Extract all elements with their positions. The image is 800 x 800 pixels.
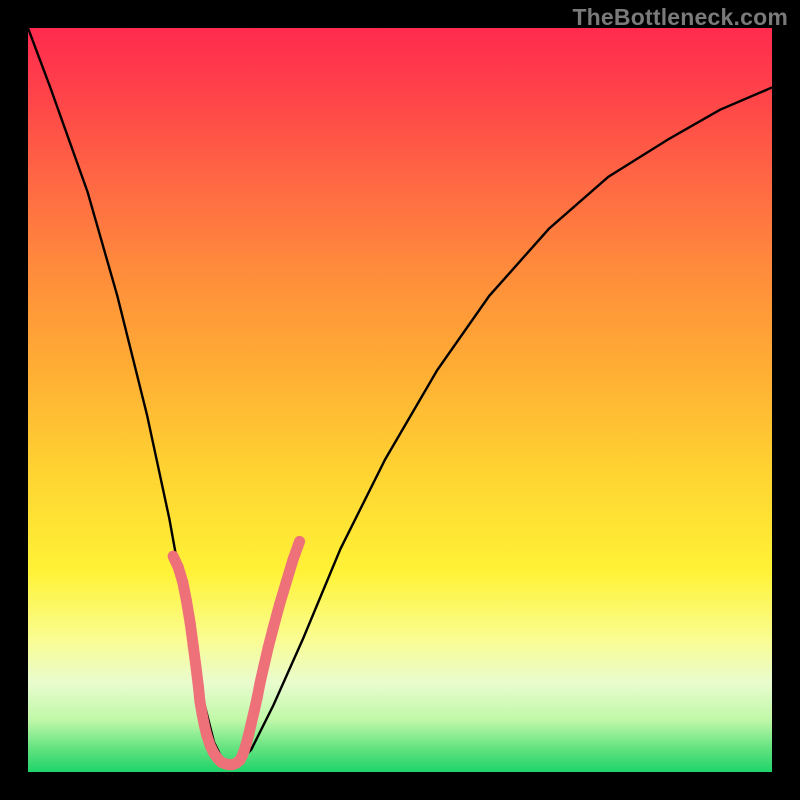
bottleneck-curve bbox=[28, 28, 772, 765]
marker-overlay bbox=[173, 541, 300, 764]
bottleneck-curve-svg bbox=[28, 28, 772, 772]
watermark-text: TheBottleneck.com bbox=[572, 4, 788, 31]
marker-segment bbox=[293, 541, 300, 560]
chart-background bbox=[28, 28, 772, 772]
